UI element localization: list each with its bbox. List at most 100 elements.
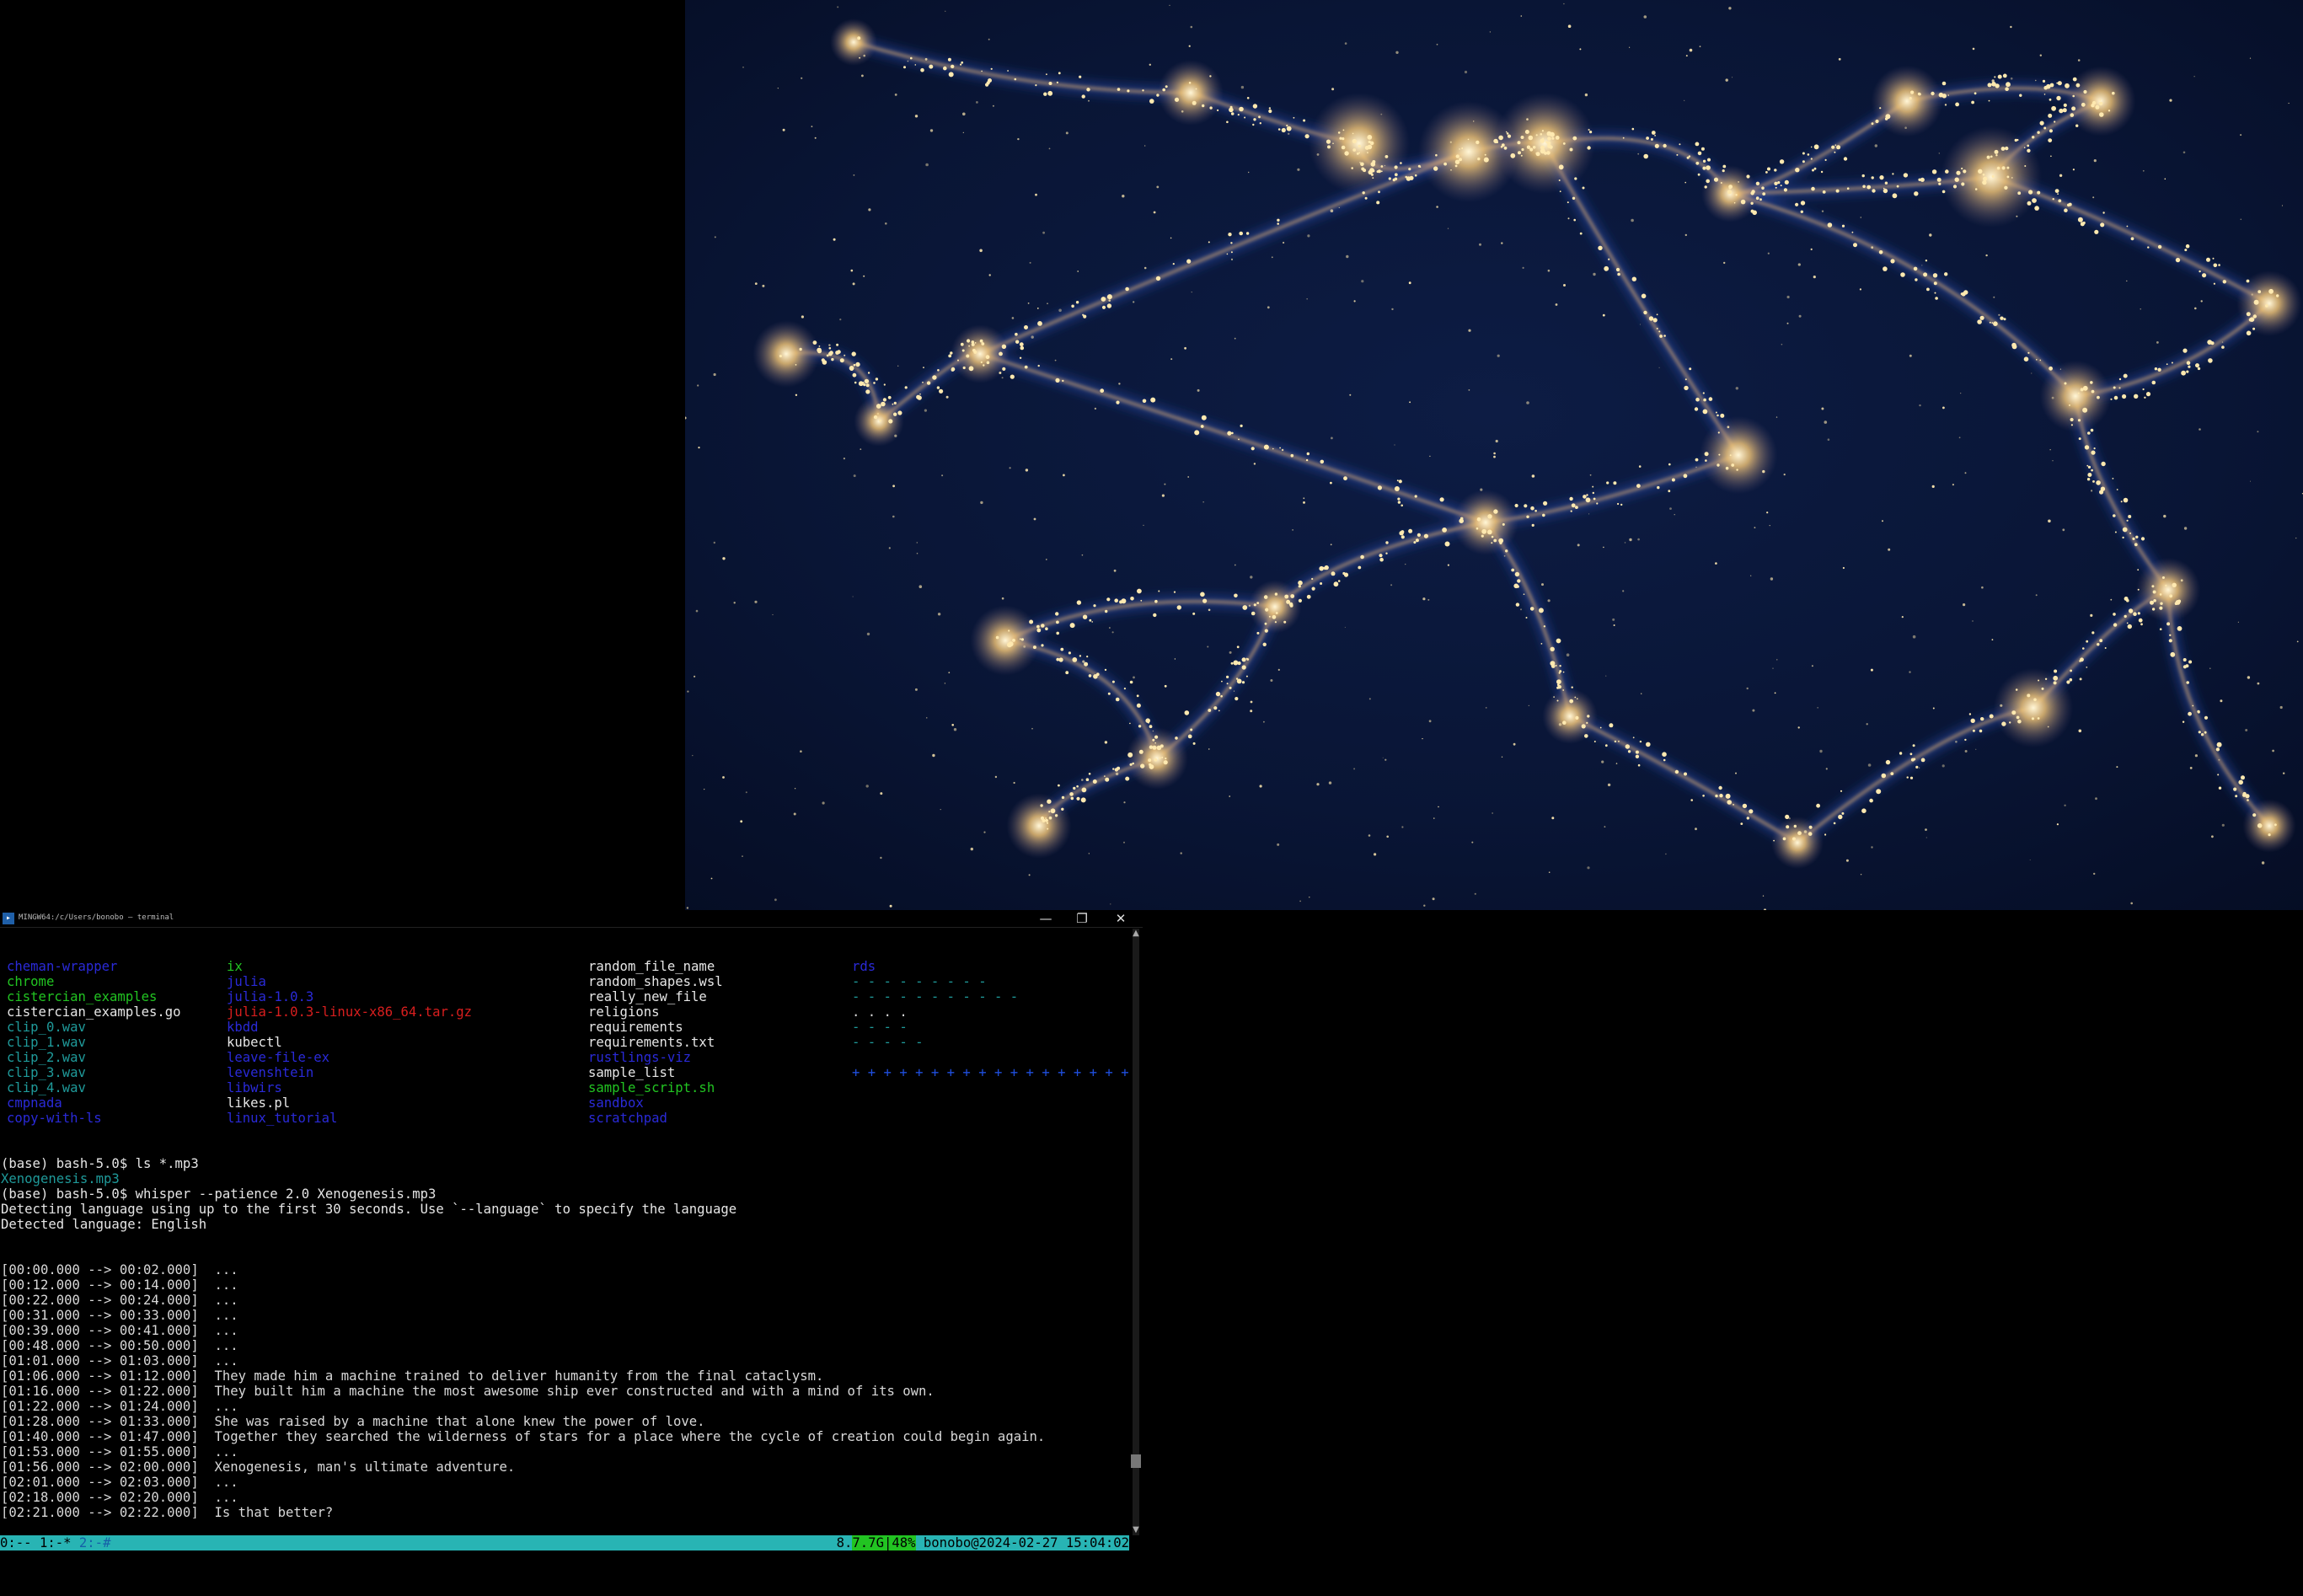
terminal-output[interactable]: cheman-wrapper ix random_file_name rds chrom… <box>0 929 1129 1518</box>
memory-indicator: 7.7G|48% <box>852 1535 916 1550</box>
transcript-line: [01:28.000 --> 01:33.000] She was raised… <box>0 1414 1129 1429</box>
ls-entry: religions <box>588 1004 660 1020</box>
terminal-window[interactable]: ▸ MINGW64:/c/Users/bonobo — terminal — ❐… <box>0 910 1143 1557</box>
transcript-line: [00:48.000 --> 00:50.000] ... <box>0 1338 1129 1353</box>
scroll-down-icon[interactable]: ▼ <box>1129 1525 1143 1535</box>
close-button[interactable]: ✕ <box>1104 910 1138 927</box>
terminal-line: (base) bash-5.0$ ls *.mp3 <box>1 1156 199 1171</box>
ls-entry: cistercian_examples.go <box>7 1004 181 1020</box>
ls-entry: requirements.txt <box>588 1035 715 1050</box>
ls-entry: libwirs <box>227 1080 282 1095</box>
maximize-button[interactable]: ❐ <box>1065 910 1099 927</box>
ls-entry: requirements <box>588 1020 683 1035</box>
tmux-window-tab[interactable]: 2:-# <box>72 1535 111 1550</box>
segment-timestamp: [01:56.000 --> 02:00.000] <box>1 1459 199 1475</box>
segment-timestamp: [00:22.000 --> 00:24.000] <box>1 1293 199 1308</box>
segment-text: ... <box>198 1293 238 1308</box>
segment-text: ... <box>198 1444 238 1459</box>
terminal-scrollbar[interactable]: ▲ ▼ <box>1129 929 1143 1535</box>
segment-text: She was raised by a machine that alone k… <box>198 1414 705 1429</box>
segment-text: ... <box>198 1399 238 1414</box>
transcript-line: [00:12.000 --> 00:14.000] ... <box>0 1277 1129 1293</box>
transcript-line: [01:53.000 --> 01:55.000] ... <box>0 1444 1129 1459</box>
ls-entry: random_shapes.wsl <box>588 974 723 989</box>
segment-text: ... <box>198 1353 238 1368</box>
segment-timestamp: [01:16.000 --> 01:22.000] <box>1 1384 199 1399</box>
ls-entry: - - - - - - - - - - - <box>852 989 1019 1004</box>
ls-entry <box>845 1095 1105 1111</box>
ls-row: cistercian_examples julia-1.0.3 really_new… <box>0 989 1129 1004</box>
ls-entry <box>845 1111 1105 1126</box>
scroll-up-icon[interactable]: ▲ <box>1129 929 1143 939</box>
segment-text: ... <box>198 1277 238 1293</box>
segment-timestamp: [01:22.000 --> 01:24.000] <box>1 1399 199 1414</box>
ls-entry: kubectl <box>227 1035 282 1050</box>
ls-entry: linux_tutorial <box>227 1111 338 1126</box>
ls-entry: cheman-wrapper <box>7 959 118 974</box>
ls-row: clip_4.wav libwirs sample_script.sh <box>0 1080 1129 1095</box>
ls-entry: julia-1.0.3-linux-x86_64.tar.gz <box>227 1004 473 1020</box>
ls-entry <box>845 1050 1105 1065</box>
ls-entry: julia <box>227 974 266 989</box>
segment-timestamp: [00:39.000 --> 00:41.000] <box>1 1323 199 1338</box>
ls-entry: + + + + + + + + + + + + + + + + + + <box>852 1065 1129 1080</box>
segment-text: Together they searched the wilderness of… <box>198 1429 1046 1444</box>
ls-entry <box>845 1080 1105 1095</box>
ls-entry: clip_4.wav <box>7 1080 86 1095</box>
cosmic-web-image <box>685 0 2303 910</box>
ls-entry: scratchpad <box>588 1111 667 1126</box>
ls-entry: rds <box>852 959 876 974</box>
ls-entry: clip_0.wav <box>7 1020 86 1035</box>
segment-timestamp: [01:53.000 --> 01:55.000] <box>1 1444 199 1459</box>
ls-entry: - - - - <box>852 1020 908 1035</box>
ls-entry: levenshtein <box>227 1065 314 1080</box>
segment-text: ... <box>198 1323 238 1338</box>
transcript-line: [01:06.000 --> 01:12.000] They made him … <box>0 1368 1129 1384</box>
ls-entry: sample_list <box>588 1065 676 1080</box>
transcript-line: [01:22.000 --> 01:24.000] ... <box>0 1399 1129 1414</box>
ls-entry: leave-file-ex <box>227 1050 330 1065</box>
ls-row: clip_1.wav kubectl requirements.txt - - - -… <box>0 1035 1129 1050</box>
transcript-line: [00:39.000 --> 00:41.000] ... <box>0 1323 1129 1338</box>
segment-timestamp: [01:06.000 --> 01:12.000] <box>1 1368 199 1384</box>
segment-timestamp: [00:12.000 --> 00:14.000] <box>1 1277 199 1293</box>
tmux-window-tab[interactable]: 1:-* <box>32 1535 72 1550</box>
ls-entry: chrome <box>7 974 55 989</box>
ls-entry: random_file_name <box>588 959 715 974</box>
ls-row: clip_3.wav levenshtein sample_list + + + + … <box>0 1065 1129 1080</box>
transcript-line: [00:00.000 --> 00:02.000] ... <box>0 1262 1129 1277</box>
transcript-line: [02:18.000 --> 02:20.000] ... <box>0 1490 1129 1505</box>
segment-timestamp: [00:48.000 --> 00:50.000] <box>1 1338 199 1353</box>
transcript-line: [02:01.000 --> 02:03.000] ... <box>0 1475 1129 1490</box>
ls-row: cistercian_examples.go julia-1.0.3-linux-… <box>0 1004 1129 1020</box>
transcript-line: [01:56.000 --> 02:00.000] Xenogenesis, m… <box>0 1459 1129 1475</box>
segment-timestamp: [01:40.000 --> 01:47.000] <box>1 1429 199 1444</box>
ls-entry: rustlings-viz <box>588 1050 692 1065</box>
tmux-window-list[interactable]: 0:-- 1:-* 2:-# <box>0 1535 110 1550</box>
segment-text: ... <box>198 1262 238 1277</box>
ls-entry: cistercian_examples <box>7 989 158 1004</box>
user-datetime: bonobo@2024-02-27 15:04:02 <box>915 1535 1129 1550</box>
segment-text: ... <box>198 1338 238 1353</box>
transcript-line: [02:21.000 --> 02:22.000] Is that better… <box>0 1505 1129 1518</box>
ls-entry: kbdd <box>227 1020 259 1035</box>
ls-entry: - - - - - <box>852 1035 924 1050</box>
terminal-line: (base) bash-5.0$ whisper --patience 2.0 … <box>1 1186 436 1202</box>
ls-row: copy-with-ls linux_tutorial scratchpad <box>0 1111 1129 1126</box>
ls-entry: . . . . <box>852 1004 908 1020</box>
ls-entry: sample_script.sh <box>588 1080 715 1095</box>
transcript-line: [01:40.000 --> 01:47.000] Together they … <box>0 1429 1129 1444</box>
command-lines: (base) bash-5.0$ ls *.mp3 Xenogenesis.mp3… <box>0 1156 1129 1232</box>
segment-text: They made him a machine trained to deliv… <box>198 1368 824 1384</box>
scrollbar-track[interactable] <box>1133 929 1139 1535</box>
segment-timestamp: [00:00.000 --> 00:02.000] <box>1 1262 199 1277</box>
tmux-window-tab[interactable]: 0:-- <box>0 1535 32 1550</box>
segment-timestamp: [00:31.000 --> 00:33.000] <box>1 1308 199 1323</box>
scrollbar-thumb[interactable] <box>1131 1454 1141 1468</box>
ls-row: chrome julia random_shapes.wsl - - - - - - … <box>0 974 1129 989</box>
terminal-titlebar[interactable]: ▸ MINGW64:/c/Users/bonobo — terminal — ❐… <box>0 910 1143 928</box>
segment-text: ... <box>198 1308 238 1323</box>
ls-entry: cmpnada <box>7 1095 62 1111</box>
terminal-line: Xenogenesis.mp3 <box>1 1171 120 1186</box>
minimize-button[interactable]: — <box>1029 910 1063 927</box>
